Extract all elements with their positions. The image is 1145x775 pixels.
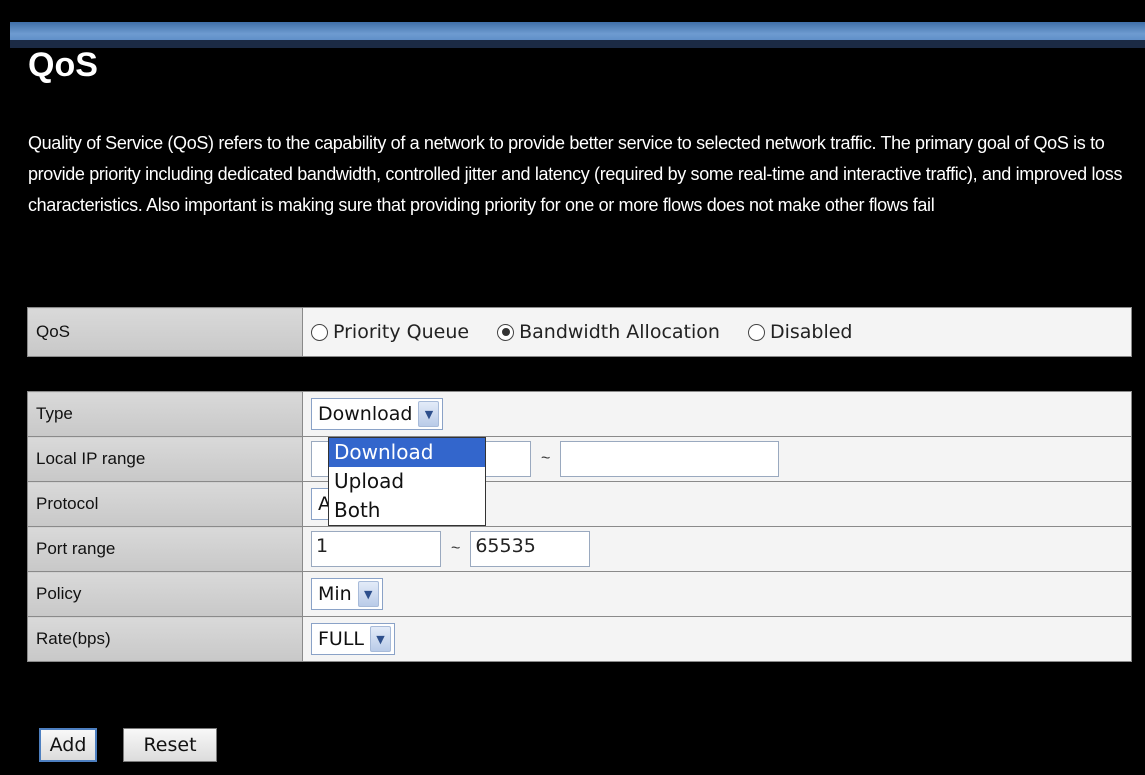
add-button[interactable]: Add <box>39 728 97 762</box>
policy-select[interactable]: Min ▼ <box>311 578 383 610</box>
reset-button[interactable]: Reset <box>123 728 217 762</box>
port-range-cell: 1 ~65535 <box>302 526 1132 572</box>
rate-cell: FULL ▼ <box>302 616 1132 662</box>
page-title: QoS <box>28 46 98 84</box>
radio-disabled-label[interactable]: Disabled <box>770 321 853 343</box>
type-option-upload[interactable]: Upload <box>329 467 485 496</box>
type-option-both[interactable]: Both <box>329 496 485 525</box>
range-separator: ~ <box>541 450 551 468</box>
radio-disabled-circle[interactable] <box>747 323 765 341</box>
row-rate: Rate(bps) FULL ▼ <box>27 616 1132 662</box>
top-strip <box>0 0 1145 12</box>
port-start-input[interactable]: 1 <box>311 531 441 567</box>
row-port-range: Port range 1 ~65535 <box>27 526 1132 572</box>
chevron-down-icon[interactable]: ▼ <box>418 401 440 427</box>
radio-disabled[interactable]: Disabled <box>747 321 853 343</box>
qos-mode-cell: Priority Queue Bandwidth Allocation Disa… <box>302 307 1132 357</box>
radio-bandwidth-allocation[interactable]: Bandwidth Allocation <box>497 321 720 343</box>
radio-priority-queue-circle[interactable] <box>311 323 328 341</box>
protocol-label: Protocol <box>27 481 303 527</box>
rate-select-value[interactable]: FULL <box>318 628 364 650</box>
local-ip-label: Local IP range <box>27 436 303 482</box>
port-range-label: Port range <box>27 526 303 572</box>
qos-mode-radio-group: Priority Queue Bandwidth Allocation Disa… <box>311 321 1123 343</box>
policy-cell: Min ▼ <box>302 571 1132 617</box>
bandwidth-rule-table: Type Download ▼ Local IP range ~ Protoco… <box>27 391 1132 662</box>
row-local-ip: Local IP range ~ <box>27 436 1132 482</box>
row-protocol: Protocol ALL ▼ <box>27 481 1132 527</box>
radio-priority-queue[interactable]: Priority Queue <box>311 321 469 343</box>
type-select-value[interactable]: Download <box>318 403 412 425</box>
row-policy: Policy Min ▼ <box>27 571 1132 617</box>
radio-bandwidth-allocation-circle[interactable] <box>497 323 515 341</box>
chevron-down-icon[interactable]: ▼ <box>357 581 379 607</box>
policy-label: Policy <box>27 571 303 617</box>
radio-priority-queue-label[interactable]: Priority Queue <box>333 321 469 343</box>
type-cell: Download ▼ <box>302 391 1132 437</box>
row-type: Type Download ▼ <box>27 391 1132 437</box>
type-dropdown-list: Download Upload Both <box>328 437 486 526</box>
qos-mode-table: QoS Priority Queue Bandwidth Allocation … <box>27 307 1132 357</box>
policy-select-value[interactable]: Min <box>318 583 352 605</box>
type-label: Type <box>27 391 303 437</box>
type-option-download[interactable]: Download <box>329 438 485 467</box>
chevron-down-icon[interactable]: ▼ <box>370 626 392 652</box>
range-separator: ~ <box>451 540 461 558</box>
port-end-input[interactable]: 65535 <box>470 531 591 567</box>
page-description: Quality of Service (QoS) refers to the c… <box>28 133 1123 215</box>
type-select[interactable]: Download ▼ <box>311 398 444 430</box>
local-ip-end-input[interactable] <box>560 441 780 477</box>
header-banner-shadow <box>10 40 1145 48</box>
radio-bandwidth-allocation-label[interactable]: Bandwidth Allocation <box>519 321 720 343</box>
rate-select[interactable]: FULL ▼ <box>311 623 396 655</box>
rate-label: Rate(bps) <box>27 616 303 662</box>
qos-label: QoS <box>27 307 303 357</box>
